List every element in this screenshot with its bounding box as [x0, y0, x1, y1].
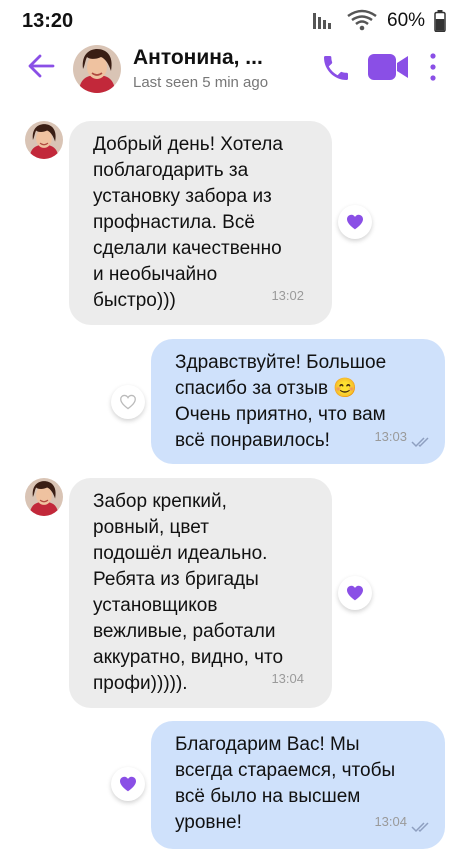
heart-filled-icon: [120, 776, 136, 792]
like-button[interactable]: [111, 385, 145, 419]
message-time: 13:04: [374, 814, 407, 829]
battery-icon: [434, 10, 446, 32]
incoming-message[interactable]: Добрый день! Хотела поблагодарить за уст…: [69, 121, 332, 325]
contact-name[interactable]: Антонина, ...: [133, 46, 263, 70]
phone-call-icon[interactable]: [320, 52, 352, 84]
battery-percent: 60%: [387, 10, 426, 31]
chat-header: Антонина, ... Last seen 5 min ago: [0, 40, 470, 100]
read-checkmarks-icon: [411, 437, 429, 448]
contact-avatar[interactable]: [73, 45, 121, 93]
last-seen-status: Last seen 5 min ago: [133, 74, 269, 91]
incoming-message[interactable]: Забор крепкий, ровный, цвет подошёл идеа…: [69, 478, 332, 708]
heart-filled-icon: [347, 585, 363, 601]
like-button[interactable]: [338, 205, 372, 239]
back-arrow-icon[interactable]: [26, 53, 56, 79]
more-options-icon[interactable]: [427, 52, 439, 82]
video-call-icon[interactable]: [367, 52, 409, 82]
message-time: 13:02: [271, 288, 304, 303]
status-time: 13:20: [22, 10, 74, 32]
read-checkmarks-icon: [411, 822, 429, 833]
message-time: 13:03: [374, 429, 407, 444]
heart-filled-icon: [347, 214, 363, 230]
wifi-icon: [347, 9, 377, 31]
like-button[interactable]: [111, 767, 145, 801]
message-time: 13:04: [271, 671, 304, 686]
outgoing-message[interactable]: Здравствуйте! Большое спасибо за отзыв 😊…: [151, 339, 445, 464]
sender-avatar[interactable]: [25, 478, 63, 516]
like-button[interactable]: [338, 576, 372, 610]
sender-avatar[interactable]: [25, 121, 63, 159]
signal-icon: [313, 13, 331, 29]
outgoing-message[interactable]: Благодарим Вас! Мы всегда стараемся, что…: [151, 721, 445, 849]
heart-outline-icon: [120, 394, 136, 410]
status-bar: 13:20 60%: [0, 0, 470, 40]
